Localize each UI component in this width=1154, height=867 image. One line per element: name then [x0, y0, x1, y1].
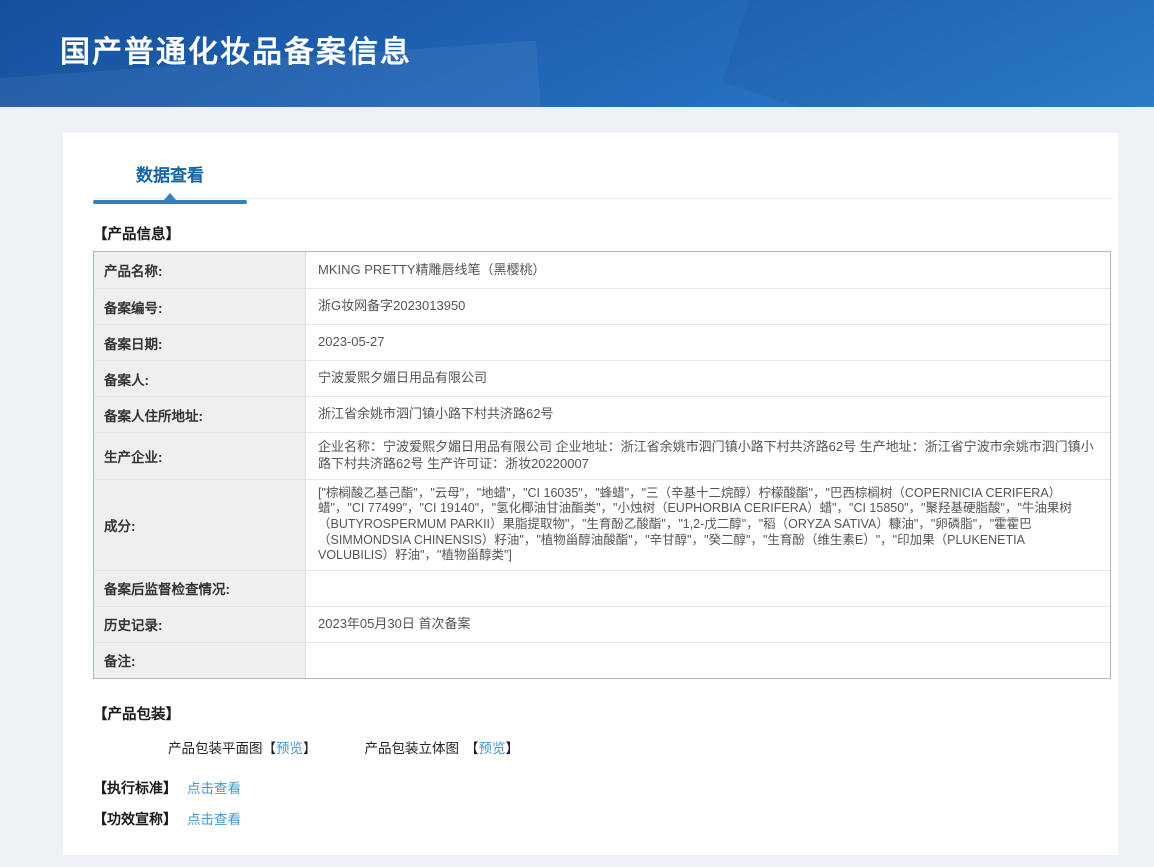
table-row: 成分: ["棕榈酸乙基己酯"，"云母"，"地蜡"，"CI 16035"，"蜂蜡"… [94, 478, 1110, 570]
table-row: 备案人住所地址: 浙江省余姚市泗门镇小路下村共济路62号 [94, 396, 1110, 432]
row-label: 备案日期: [94, 325, 306, 360]
footer: 本站由国家药品监督管理局主办 版权所有 Copyright © NMPA All… [0, 855, 1154, 867]
row-value [306, 643, 1110, 678]
product-info-table: 产品名称: MKING PRETTY精雕唇线笔（黑樱桃） 备案编号: 浙G妆网备… [93, 251, 1111, 679]
row-value: 浙G妆网备字2023013950 [318, 298, 466, 314]
row-label: 备案后监督检查情况: [94, 570, 306, 606]
packaging-previews: 产品包装平面图【预览】 产品包装立体图 【预览】 [168, 737, 1118, 757]
page-title: 国产普通化妆品备案信息 [60, 36, 412, 69]
table-row: 备注: [94, 641, 1110, 678]
efficacy-claim-label: 【功效宣称】 [93, 810, 177, 827]
page-header: 国产普通化妆品备案信息 [0, 0, 1154, 107]
product-info-section-title: 【产品信息】 [93, 227, 180, 243]
bracket-open: 【 [465, 740, 479, 756]
row-label: 历史记录: [94, 606, 306, 642]
row-value: 宁波爱熙夕媚日用品有限公司 [318, 370, 488, 386]
row-value: ["棕榈酸乙基己酯"，"云母"，"地蜡"，"CI 16035"，"蜂蜡"，"三（… [318, 485, 1072, 563]
row-label: 备案编号: [94, 289, 306, 324]
table-row: 备案人: 宁波爱熙夕媚日用品有限公司 [94, 360, 1110, 396]
efficacy-claim-view-link[interactable]: 点击查看 [187, 812, 241, 827]
row-label: 产品名称: [94, 252, 306, 288]
row-value: 企业名称：宁波爱熙夕媚日用品有限公司 企业地址：浙江省余姚市泗门镇小路下村共济路… [318, 439, 1094, 471]
row-label: 备注: [94, 642, 306, 678]
exec-standard-label: 【执行标准】 [93, 779, 177, 796]
row-label: 备案人住所地址: [94, 397, 306, 432]
exec-standard-view-link[interactable]: 点击查看 [187, 781, 241, 796]
preview-link-flat[interactable]: 预览 [276, 741, 303, 756]
table-row: 备案后监督检查情况: [94, 569, 1110, 606]
table-row: 备案日期: 2023-05-27 [94, 324, 1110, 360]
row-value: 2023年05月30日 首次备案 [318, 615, 471, 631]
bracket-open: 【 [262, 740, 277, 756]
packaging-flat-label: 产品包装平面图 [168, 740, 263, 756]
packaging-section-title: 【产品包装】 [93, 706, 180, 723]
table-row: 备案编号: 浙G妆网备字2023013950 [94, 288, 1110, 324]
preview-link-stereo[interactable]: 预览 [479, 741, 506, 756]
bracket-close: 】 [505, 740, 520, 756]
row-label: 生产企业: [94, 433, 306, 479]
content-card: 数据查看 【产品信息】 产品名称: MKING PRETTY精雕唇线笔（黑樱桃）… [63, 133, 1118, 855]
bracket-close: 】 [303, 740, 317, 756]
row-value: 2023-05-27 [318, 334, 385, 350]
row-label: 成分: [94, 479, 306, 570]
row-value: MKING PRETTY精雕唇线笔（黑樱桃） [318, 261, 546, 277]
exec-standard-row: 【执行标准】 点击查看 [93, 777, 1118, 798]
tab-bar: 数据查看 [93, 155, 1113, 204]
row-value [306, 571, 1110, 606]
packaging-stereo-item: 产品包装立体图 【预览】 [365, 737, 520, 757]
table-row: 产品名称: MKING PRETTY精雕唇线笔（黑樱桃） [94, 252, 1110, 288]
table-row: 历史记录: 2023年05月30日 首次备案 [94, 605, 1110, 642]
packaging-stereo-label: 产品包装立体图 [364, 740, 460, 756]
row-value: 浙江省余姚市泗门镇小路下村共济路62号 [318, 406, 554, 422]
row-label: 备案人: [94, 361, 306, 396]
table-row: 生产企业: 企业名称：宁波爱熙夕媚日用品有限公司 企业地址：浙江省余姚市泗门镇小… [94, 432, 1110, 479]
efficacy-claim-row: 【功效宣称】 点击查看 [93, 808, 1118, 829]
packaging-flat-item: 产品包装平面图【预览】 [168, 737, 317, 757]
tab-data-view[interactable]: 数据查看 [93, 155, 247, 204]
